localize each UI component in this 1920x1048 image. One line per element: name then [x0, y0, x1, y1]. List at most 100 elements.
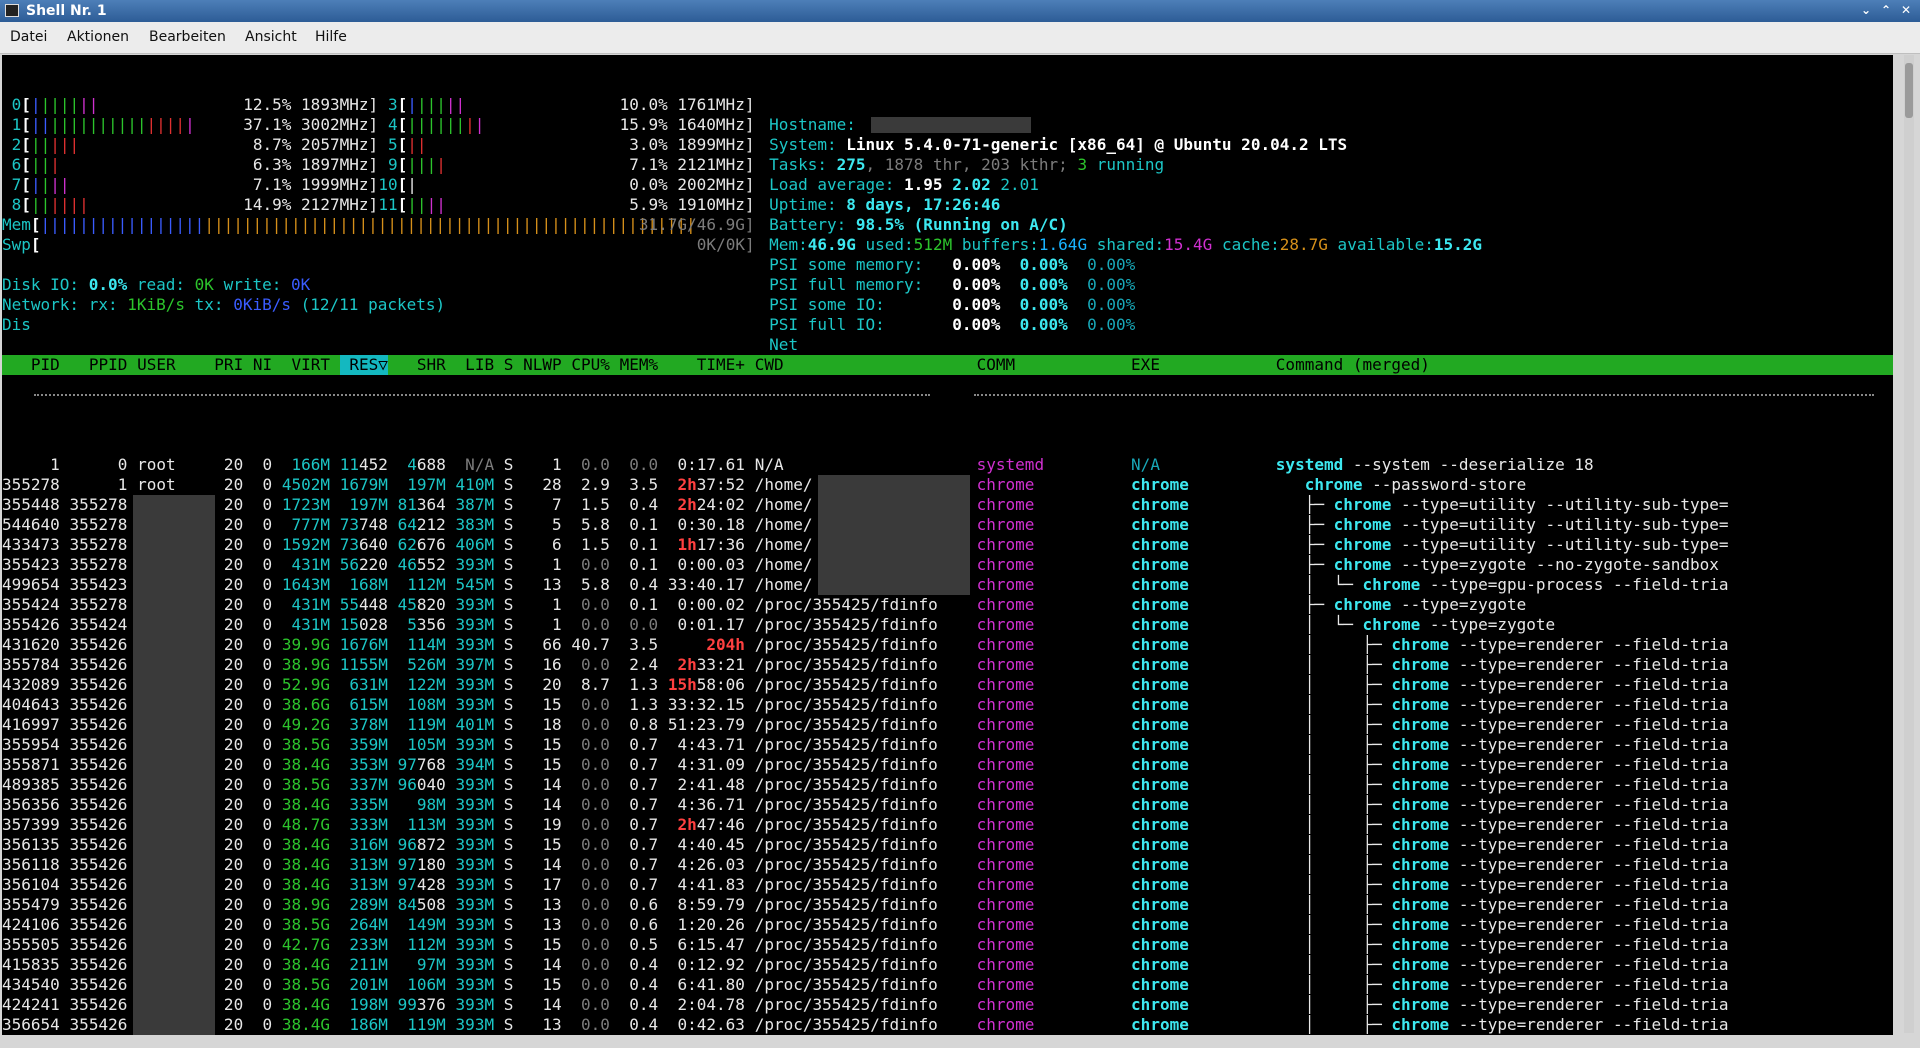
user-redacted: [133, 595, 216, 615]
table-row[interactable]: 355505 355426 20 0 42.7G 233M 112M 393M S 15…: [2, 935, 1893, 955]
table-row[interactable]: 355424 355278 20 0 431M 55448 45820 393M S 1 …: [2, 595, 1893, 615]
shr-value: 105M: [407, 735, 446, 754]
table-row[interactable]: 356654 355426 20 0 38.4G 186M 119M 393M S 13…: [2, 1015, 1893, 1035]
table-row[interactable]: 356356 355426 20 0 38.4G 335M 98M 393M S 14 …: [2, 795, 1893, 815]
table-row[interactable]: 355426 355424 20 0 431M 15028 5356 393M S 1 …: [2, 615, 1893, 635]
cell-cwd: /proc/355425/fdinfo: [754, 595, 938, 614]
column-header-virt[interactable]: VIRT: [282, 355, 330, 375]
menu-ansicht[interactable]: Ansicht: [245, 29, 297, 45]
column-header-mem[interactable]: MEM%: [620, 355, 659, 375]
table-row[interactable]: 357399 355426 20 0 48.7G 333M 113M 393M S 19…: [2, 815, 1893, 835]
table-row[interactable]: 544640 355278 20 0 777M 73748 64212 383M S 5 …: [2, 515, 1893, 535]
column-header-user[interactable]: USER: [137, 355, 176, 375]
cell-exe: chrome: [1131, 755, 1189, 774]
column-header-shr[interactable]: SHR: [398, 355, 446, 375]
column-header-res[interactable]: RES▽: [339, 355, 388, 375]
terminal-area[interactable]: 0[||||||| 12.5% 1893MHz] 1[||||||||||||||…: [2, 55, 1893, 1035]
meter-bracket: [: [397, 135, 408, 154]
tree-lines: │ ├─: [1275, 695, 1392, 714]
cell-cmd: systemd --system --deserialize 18: [1276, 455, 1594, 475]
column-header-nlwp[interactable]: NLWP: [523, 355, 562, 375]
table-row[interactable]: 355448 355278 20 0 1723M 197M 81364 387M S 7 …: [2, 495, 1893, 515]
terminal-scrollbar[interactable]: [1904, 55, 1914, 1033]
command-name: chrome: [1391, 795, 1450, 814]
column-header-time[interactable]: TIME+: [668, 355, 745, 375]
res-value: 337M: [349, 775, 388, 794]
text-segment: Disk IO:: [2, 275, 89, 294]
maximize-icon[interactable]: ⌃: [1878, 2, 1894, 18]
close-icon[interactable]: ✕: [1898, 2, 1914, 18]
cell-ni: 0: [252, 595, 273, 614]
shr-units: 040: [416, 775, 446, 794]
window-titlebar[interactable]: Shell Nr. 1 ⌄ ⌃ ✕: [0, 0, 1920, 22]
cell-exe: chrome: [1131, 535, 1189, 554]
column-header-comm[interactable]: COMM: [977, 355, 1016, 375]
table-row[interactable]: 1 0 root 20 0 166M 11452 4688 N/A S 1 0.0 0…: [2, 455, 1893, 475]
meter-bracket: [: [397, 175, 408, 194]
table-row[interactable]: 355871 355426 20 0 38.4G 353M 97768 394M S 15…: [2, 755, 1893, 775]
process-table-header[interactable]: PID PPID USER PRI NI VIRT RES▽ SHR LIB S NLWP…: [2, 355, 1893, 375]
cell-lib: 393M: [455, 615, 495, 634]
table-row[interactable]: 434540 355426 20 0 38.5G 201M 106M 393M S 15…: [2, 975, 1893, 995]
cpu-value-3: 10.0% 1761MHz]: [619, 95, 755, 114]
cell-shr: 98M: [398, 795, 446, 815]
table-row[interactable]: 355954 355426 20 0 38.5G 359M 105M 393M S 15…: [2, 735, 1893, 755]
time-part: 37:52: [696, 475, 745, 494]
cell-ni: 0: [252, 855, 273, 874]
column-header-pri[interactable]: PRI: [214, 355, 243, 375]
meter-bracket: [: [21, 175, 31, 194]
menu-datei[interactable]: Datei: [10, 29, 47, 45]
cell-shr: 64212: [398, 515, 446, 535]
column-header-cpu[interactable]: CPU%: [571, 355, 610, 375]
pad: [340, 995, 350, 1014]
column-header-ni[interactable]: NI: [253, 355, 272, 375]
cpu-bar-segment: ||||: [40, 95, 80, 114]
column-header-ppid[interactable]: PPID: [70, 355, 128, 375]
text-segment: Mem:: [769, 235, 808, 254]
cell-cpu: 0.0: [571, 855, 610, 874]
column-header-s[interactable]: S: [504, 355, 514, 375]
column-header-exe[interactable]: EXE: [1131, 355, 1160, 375]
table-row[interactable]: 355479 355426 20 0 38.9G 289M 84508 393M S 13…: [2, 895, 1893, 915]
menu-bearbeiten[interactable]: Bearbeiten: [149, 29, 226, 45]
table-row[interactable]: 415835 355426 20 0 38.4G 211M 97M 393M S 14 …: [2, 955, 1893, 975]
column-header-pid[interactable]: PID: [2, 355, 60, 375]
table-row[interactable]: 489385 355426 20 0 38.5G 337M 96040 393M S 14…: [2, 775, 1893, 795]
dis-meter: Dis: [2, 315, 31, 335]
user-redacted: [133, 515, 216, 535]
table-row[interactable]: 355423 355278 20 0 431M 56220 46552 393M S 1 …: [2, 555, 1893, 575]
table-row[interactable]: 424106 355426 20 0 38.5G 264M 149M 393M S 13…: [2, 915, 1893, 935]
cell-cpu: 1.5: [571, 535, 610, 554]
cell-exe: chrome: [1131, 655, 1189, 674]
table-row[interactable]: 356118 355426 20 0 38.4G 313M 97180 393M S 14…: [2, 855, 1893, 875]
menu-aktionen[interactable]: Aktionen: [67, 29, 129, 45]
column-header-cmd[interactable]: Command (merged): [1276, 355, 1430, 375]
table-row[interactable]: 433473 355278 20 0 1592M 73640 62676 406M S 6 …: [2, 535, 1893, 555]
table-row[interactable]: 499654 355423 20 0 1643M 168M 112M 545M S 13…: [2, 575, 1893, 595]
table-row[interactable]: 431620 355426 20 0 39.9G 1676M 114M 393M S 66…: [2, 635, 1893, 655]
minimize-icon[interactable]: ⌄: [1858, 2, 1874, 18]
column-header-lib[interactable]: LIB: [456, 355, 494, 375]
menu-hilfe[interactable]: Hilfe: [315, 29, 347, 45]
table-row[interactable]: 424241 355426 20 0 38.4G 198M 99376 393M S 14…: [2, 995, 1893, 1015]
command-name: chrome: [1391, 695, 1450, 714]
cpu-bar-segment: ||: [426, 195, 446, 214]
table-row[interactable]: 356104 355426 20 0 38.4G 313M 97428 393M S 17…: [2, 875, 1893, 895]
virt-unit: G: [320, 675, 331, 694]
table-row[interactable]: 432089 355426 20 0 52.9G 631M 122M 393M S 20…: [2, 675, 1893, 695]
time-part: 6:15.47: [677, 935, 745, 954]
virt-unit: M: [320, 535, 331, 554]
scrollbar-thumb[interactable]: [1905, 63, 1913, 118]
table-row[interactable]: 355784 355426 20 0 38.9G 1155M 526M 397M S 16…: [2, 655, 1893, 675]
cell-ni: 0: [252, 895, 273, 914]
table-row[interactable]: 356135 355426 20 0 38.4G 316M 96872 393M S 15…: [2, 835, 1893, 855]
pad: [398, 795, 417, 814]
table-row[interactable]: 404643 355426 20 0 38.6G 615M 108M 393M S 15…: [2, 695, 1893, 715]
table-row[interactable]: 355278 1 root 20 0 4502M 1679M 197M 410M S 28…: [2, 475, 1893, 495]
table-row[interactable]: 416997 355426 20 0 49.2G 378M 119M 401M S 18…: [2, 715, 1893, 735]
pad: [398, 475, 408, 494]
tree-lines: │ ├─: [1275, 655, 1392, 674]
text-segment: Load average:: [769, 175, 905, 194]
column-header-cwd[interactable]: CWD: [755, 355, 784, 375]
cell-comm: chrome: [976, 855, 1035, 874]
